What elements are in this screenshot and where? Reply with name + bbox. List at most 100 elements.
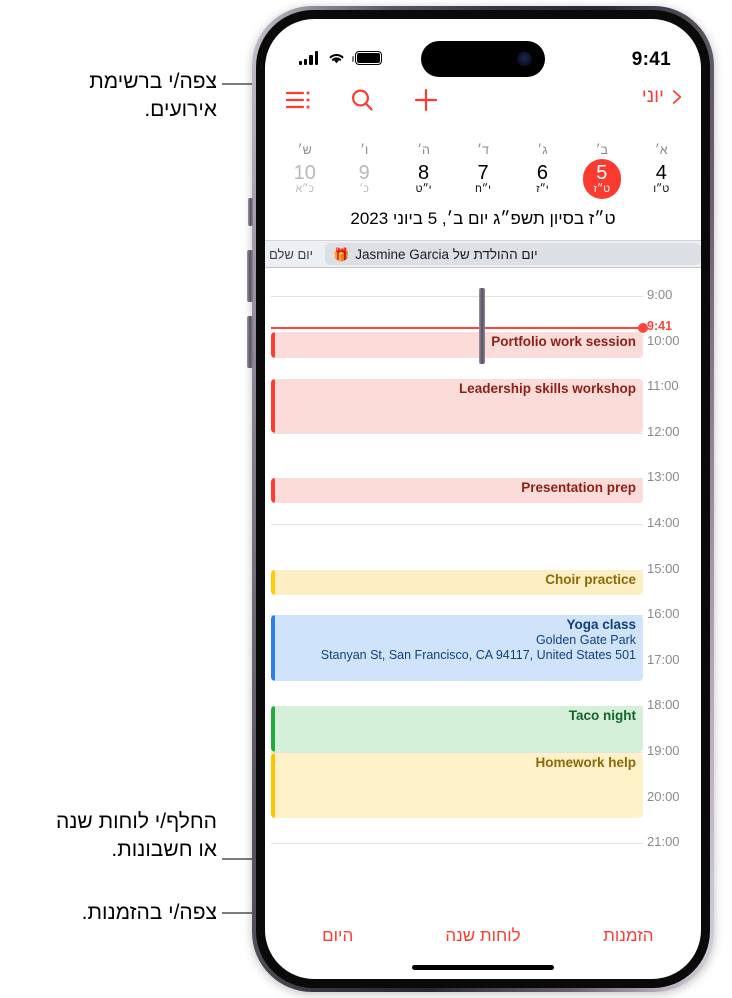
home-indicator[interactable]	[412, 965, 554, 970]
week-day-name: ג׳	[537, 143, 548, 157]
toolbar-calendars-button[interactable]: לוחות שנה	[410, 926, 555, 946]
week-day-10[interactable]: ש׳ 10 כ״א	[275, 143, 334, 201]
week-day-9[interactable]: ו׳ 9 כ׳	[334, 143, 393, 201]
event-title: Leadership skills workshop	[458, 380, 636, 396]
hour-label: 20:00	[647, 788, 680, 804]
hour-label: 12:00	[647, 423, 680, 439]
week-day-5[interactable]: ב׳ 5 ט״ז	[572, 143, 631, 201]
toolbar-inbox-button[interactable]: הזמנות	[556, 926, 701, 946]
volume-down-button[interactable]	[247, 316, 253, 368]
calendar-event[interactable]: Presentation prep	[271, 478, 643, 504]
hour-label: 19:00	[647, 743, 680, 758]
device-screen: 9:41 יוני א׳ 4 ט״ו ב׳ 5 ט״ז ג׳ 6 י״ז ד׳ …	[265, 19, 701, 979]
back-to-month-button[interactable]: יוני	[642, 85, 687, 109]
week-day-date: 5 ט״ז	[582, 159, 621, 199]
hour-gridline	[271, 296, 643, 297]
hebrew-day-number: כ׳	[359, 183, 369, 195]
week-day-7[interactable]: ד׳ 7 י״ח	[453, 143, 512, 201]
hour-label: 16:00	[647, 606, 680, 622]
hour-label: 9:00	[647, 287, 673, 302]
event-body: Presentation prep	[275, 478, 643, 503]
day-timeline-grid[interactable]: 9:00 10:00 11:00 12:00 13:00 14:00 15:00 16:00 1…	[265, 268, 701, 917]
hour-label: 14:00	[647, 515, 680, 530]
callout-line: אירועים.	[144, 97, 217, 121]
calendar-event[interactable]: Choir practice	[271, 569, 643, 595]
mute-switch[interactable]	[248, 198, 253, 226]
week-day-date: 6 י״ז	[523, 159, 561, 199]
week-day-date: 10 כ״א	[286, 159, 324, 199]
calendar-event[interactable]: Taco night	[271, 706, 643, 752]
callout-list-view: צפה/י ברשימת אירועים.	[47, 68, 217, 123]
week-day-date: 7 י״ח	[464, 159, 502, 199]
calendar-event[interactable]: Leadership skills workshop	[271, 378, 643, 433]
week-day-name: ש׳	[297, 143, 312, 157]
gregorian-day-number: 5	[596, 162, 608, 184]
list-bullet-icon	[285, 91, 310, 109]
calendar-event[interactable]: Homework help	[271, 752, 643, 819]
event-color-bar	[271, 752, 275, 819]
gregorian-day-number: 8	[418, 162, 430, 184]
iphone-device-frame: 9:41 יוני א׳ 4 ט״ו ב׳ 5 ט״ז ג׳ 6 י״ז ד׳ …	[252, 6, 714, 992]
add-event-button[interactable]	[411, 85, 441, 115]
event-title: Taco night	[568, 708, 636, 724]
all-day-row: יום שלם 🎁 יום ההולדת של Jasmine Garcia	[265, 241, 701, 267]
event-title: Portfolio work session	[491, 334, 636, 350]
event-color-bar	[271, 332, 275, 358]
event-body: Taco night	[275, 706, 643, 752]
list-view-button[interactable]	[283, 85, 313, 115]
callout-inbox: צפה/י בהזמנות.	[17, 899, 217, 927]
callout-calendars: החלף/י לוחות שנה או חשבונות.	[17, 808, 217, 863]
hebrew-day-number: כ״א	[295, 183, 314, 195]
week-day-4[interactable]: א׳ 4 ט״ו	[632, 143, 691, 201]
hebrew-day-number: י״ז	[536, 183, 549, 195]
week-day-name: ב׳	[595, 143, 609, 157]
all-day-event[interactable]: 🎁 יום ההולדת של Jasmine Garcia	[325, 243, 701, 265]
hour-label: 15:00	[647, 560, 680, 576]
week-day-6[interactable]: ג׳ 6 י״ז	[513, 143, 572, 201]
battery-icon	[351, 51, 382, 65]
callout-line: צפה/י ברשימת	[89, 70, 217, 93]
event-location: Golden Gate Park	[535, 633, 636, 648]
calendar-event[interactable]: Yoga class Golden Gate Park 501 Stanyan St…	[271, 615, 643, 682]
hebrew-day-number: י״ח	[475, 183, 491, 195]
selected-date-label: ט״ז בסיון תשפ״ג יום ב׳, 5 ביוני 2023	[350, 209, 616, 228]
status-bar: 9:41	[265, 19, 701, 79]
dynamic-island	[421, 41, 545, 77]
search-button[interactable]	[347, 85, 377, 115]
event-title: Homework help	[535, 754, 636, 770]
volume-up-button[interactable]	[247, 250, 253, 302]
all-day-label: יום שלם	[268, 246, 314, 262]
event-title: Choir practice	[545, 571, 636, 587]
event-body: Choir practice	[275, 570, 643, 595]
hour-label: 13:00	[647, 469, 680, 485]
side-power-button[interactable]	[479, 288, 485, 364]
hour-gridline	[271, 843, 643, 845]
callout-line: או חשבונות.	[111, 837, 217, 861]
week-day-strip[interactable]: א׳ 4 ט״ו ב׳ 5 ט״ז ג׳ 6 י״ז ד׳ 7 י״ח ה׳ 8 י״ט ו׳ 9 כ׳ ש׳ 10 כ…	[265, 143, 701, 201]
hebrew-day-number: ט״ו	[653, 183, 670, 195]
plus-icon	[414, 88, 438, 112]
calendar-event[interactable]: Portfolio work session	[271, 332, 643, 358]
toolbar-today-button[interactable]: היום	[265, 926, 410, 946]
event-color-bar	[271, 706, 275, 752]
gregorian-day-number: 10	[293, 162, 316, 184]
event-color-bar	[271, 378, 275, 433]
hour-gridline	[271, 524, 643, 525]
event-title: Yoga class	[566, 617, 636, 633]
hour-label: 10:00	[647, 332, 680, 348]
front-camera-icon	[517, 51, 532, 67]
device-bezel: 9:41 יוני א׳ 4 ט״ו ב׳ 5 ט״ז ג׳ 6 י״ז ד׳ …	[256, 10, 710, 988]
event-address: 501 Stanyan St, San Francisco, CA 94117,…	[320, 648, 636, 663]
hour-label: 17:00	[647, 651, 680, 667]
gregorian-day-number: 9	[358, 162, 370, 184]
callout-line: צפה/י בהזמנות.	[81, 901, 217, 924]
event-body: Homework help	[275, 753, 643, 818]
week-day-name: ה׳	[417, 143, 430, 157]
week-day-name: א׳	[654, 143, 668, 157]
week-day-8[interactable]: ה׳ 8 י״ט	[394, 143, 453, 201]
current-time-label: 9:41	[647, 319, 673, 334]
status-bar-icons	[299, 51, 382, 65]
back-month-label: יוני	[641, 86, 664, 107]
gregorian-day-number: 6	[536, 162, 548, 184]
event-body: Leadership skills workshop	[275, 379, 643, 433]
